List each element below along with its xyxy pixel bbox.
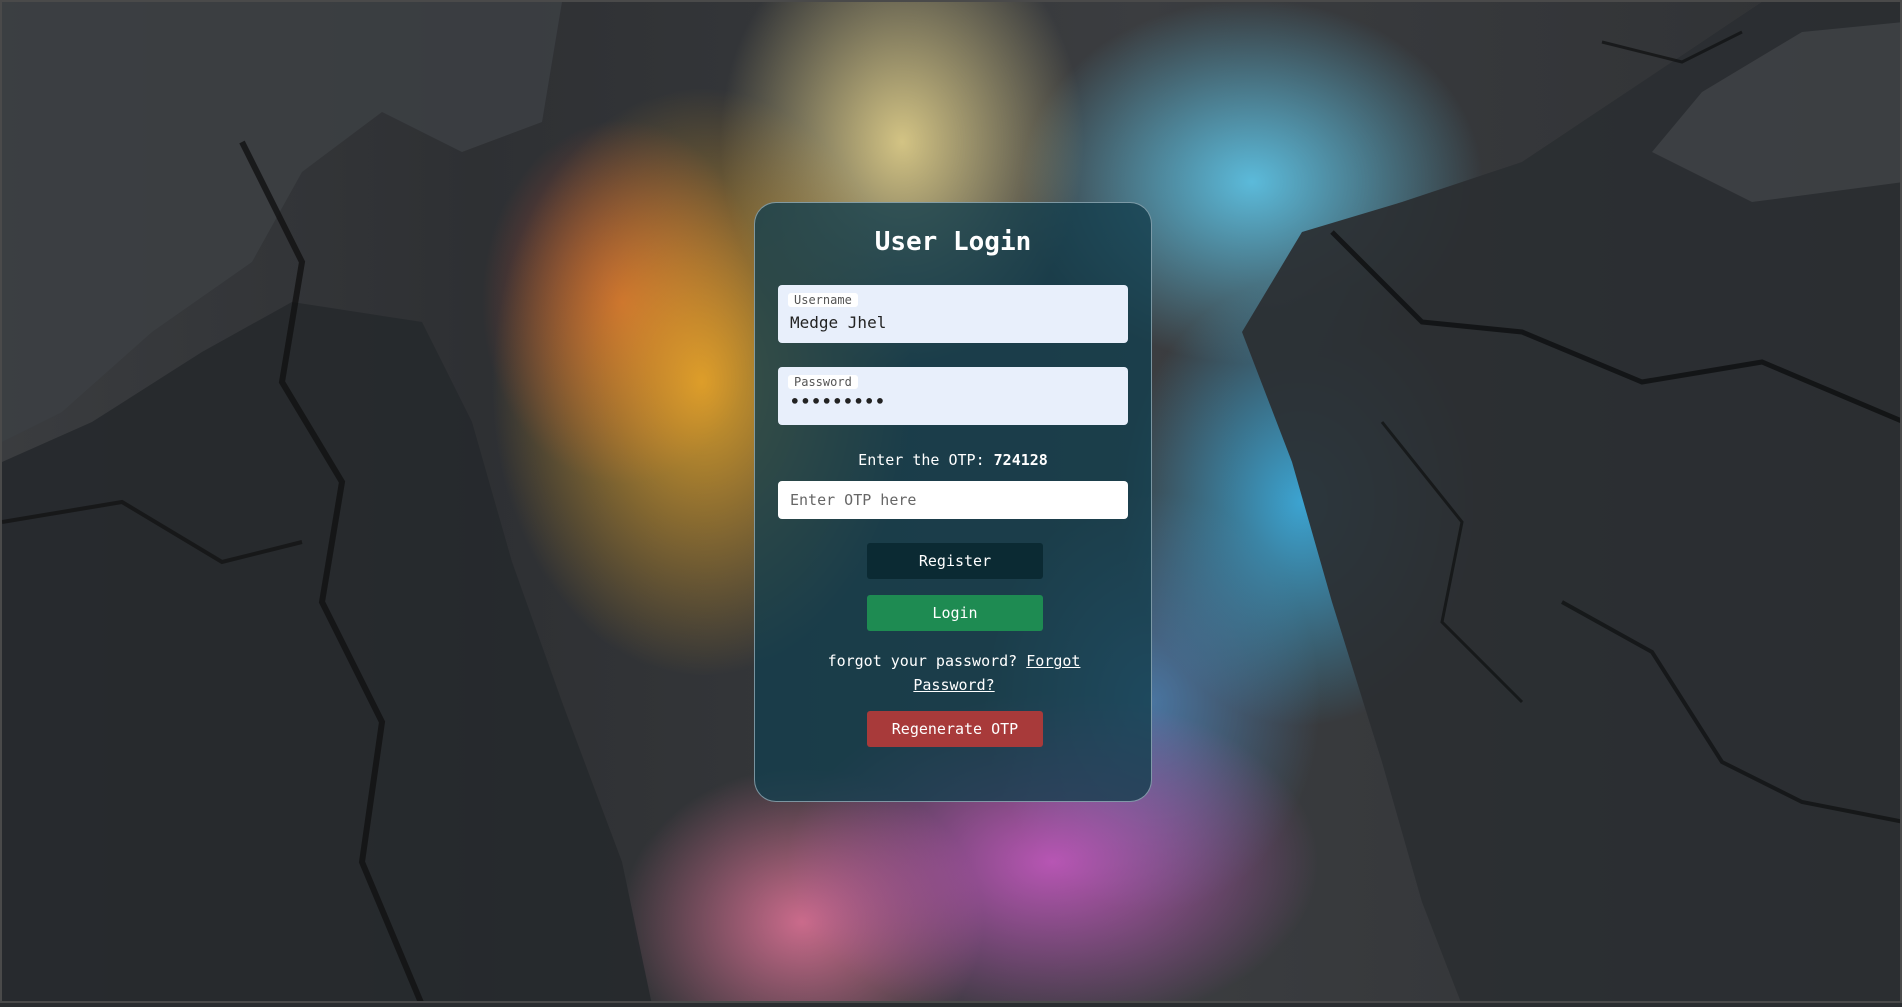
login-card: User Login Username Medge Jhel Password … (754, 202, 1152, 802)
page-title: User Login (874, 227, 1032, 257)
username-field[interactable]: Username Medge Jhel (778, 285, 1128, 343)
otp-prompt: Enter the OTP: 724128 (755, 451, 1151, 469)
otp-prompt-text: Enter the OTP: (858, 451, 985, 469)
password-label: Password (788, 375, 858, 389)
password-value: ••••••••• (790, 392, 886, 411)
username-value: Medge Jhel (790, 313, 887, 332)
login-button[interactable]: Login (867, 595, 1043, 631)
regenerate-otp-button[interactable]: Regenerate OTP (867, 711, 1043, 747)
username-label: Username (788, 293, 858, 307)
password-field[interactable]: Password ••••••••• (778, 367, 1128, 425)
otp-input[interactable] (778, 481, 1128, 519)
otp-code: 724128 (993, 451, 1048, 469)
register-button[interactable]: Register (867, 543, 1043, 579)
forgot-password-text: forgot your password? Forgot Password? (795, 649, 1113, 697)
forgot-password-prompt: forgot your password? (827, 652, 1018, 670)
